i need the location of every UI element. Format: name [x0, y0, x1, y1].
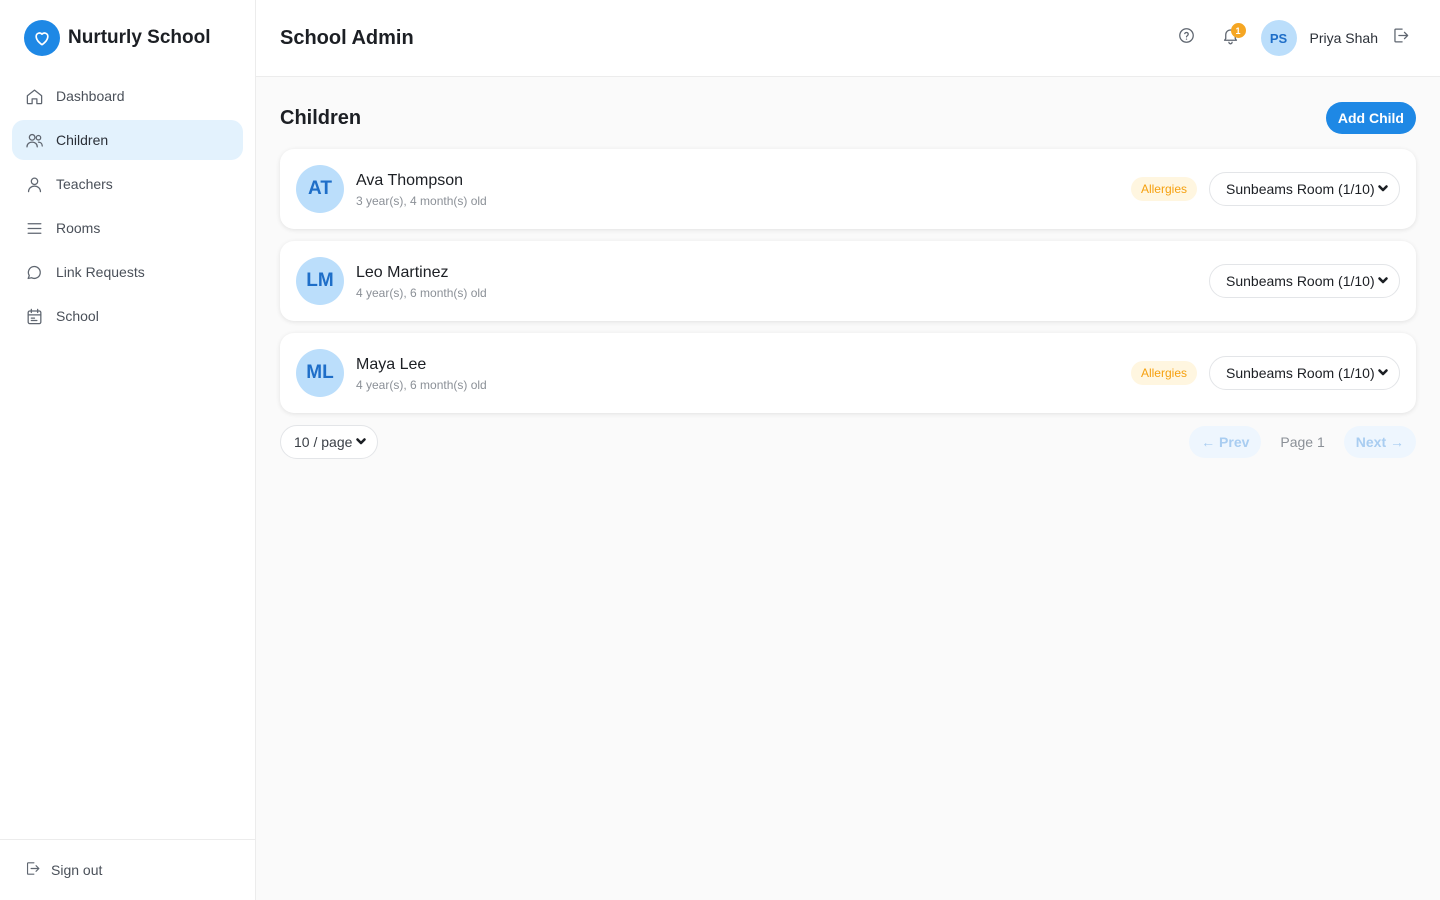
- child-name: Ava Thompson: [356, 171, 464, 189]
- pagination: 10 / page ← Prev Page 1 Next →: [280, 425, 1416, 459]
- page-title: School Admin: [280, 26, 414, 49]
- allergy-badge: Allergies: [1130, 361, 1197, 385]
- sidebar-item-label: School: [56, 308, 99, 324]
- sidebar-item-school[interactable]: School: [12, 296, 243, 336]
- notifications-button[interactable]: 1: [1215, 22, 1247, 54]
- children-section: Children Add Child AT Ava Thompson 3 yea…: [256, 77, 1440, 483]
- brand[interactable]: Nurturly School: [0, 0, 255, 76]
- home-icon: [24, 86, 44, 106]
- chevron-down-icon: [1377, 365, 1389, 381]
- chevron-down-icon: [1377, 181, 1389, 197]
- child-age: 4 year(s), 6 month(s) old: [356, 377, 487, 392]
- users-icon: [24, 130, 44, 150]
- help-button[interactable]: [1171, 22, 1203, 54]
- child-age: 3 year(s), 4 month(s) old: [356, 193, 487, 208]
- sign-out-button[interactable]: Sign out: [0, 839, 255, 900]
- topbar-actions: 1 PS Priya Shah: [1171, 20, 1416, 56]
- prev-page-button[interactable]: ← Prev: [1189, 426, 1262, 458]
- notification-badge: 1: [1230, 23, 1246, 38]
- child-card[interactable]: ML Maya Lee 4 year(s), 6 month(s) old Al…: [280, 333, 1416, 413]
- child-avatar: LM: [296, 257, 344, 305]
- logout-button[interactable]: [1384, 22, 1416, 54]
- room-select-value: Sunbeams Room (1/10): [1226, 273, 1375, 289]
- room-select-value: Sunbeams Room (1/10): [1226, 181, 1375, 197]
- room-select[interactable]: Sunbeams Room (1/10): [1209, 172, 1400, 206]
- pager-controls: ← Prev Page 1 Next →: [1189, 426, 1416, 458]
- avatar[interactable]: PS: [1260, 20, 1297, 56]
- page-size-value: 10 / page: [294, 434, 353, 450]
- sidebar-item-link-requests[interactable]: Link Requests: [12, 252, 243, 292]
- room-select[interactable]: Sunbeams Room (1/10): [1209, 356, 1400, 390]
- child-name: Maya Lee: [356, 355, 427, 373]
- child-avatar: AT: [296, 165, 344, 213]
- sidebar-item-label: Dashboard: [56, 88, 125, 104]
- child-card[interactable]: AT Ava Thompson 3 year(s), 4 month(s) ol…: [280, 149, 1416, 229]
- room-select[interactable]: Sunbeams Room (1/10): [1209, 264, 1400, 298]
- child-info: Ava Thompson 3 year(s), 4 month(s) old: [356, 171, 1131, 208]
- room-select-value: Sunbeams Room (1/10): [1226, 365, 1375, 381]
- allergy-badge: Allergies: [1130, 177, 1197, 201]
- sign-out-label: Sign out: [51, 862, 103, 878]
- sidebar-item-label: Rooms: [56, 220, 101, 236]
- menu-icon: [24, 218, 44, 238]
- chevron-down-icon: [355, 434, 367, 450]
- brand-name: Nurturly School: [68, 27, 211, 48]
- sidebar: Nurturly School Dashboard Children Teach…: [0, 0, 256, 900]
- sidebar-item-teachers[interactable]: Teachers: [12, 164, 243, 204]
- heart-icon: [24, 20, 60, 56]
- sidebar-nav: Dashboard Children Teachers Rooms Link R…: [0, 76, 255, 336]
- page-size-select[interactable]: 10 / page: [280, 425, 378, 459]
- add-child-button[interactable]: Add Child: [1325, 102, 1416, 134]
- chat-bubble-icon: [24, 262, 44, 282]
- logout-icon: [1391, 26, 1410, 50]
- section-header: Children Add Child: [280, 101, 1416, 135]
- section-title: Children: [280, 106, 362, 129]
- child-name: Leo Martinez: [356, 263, 449, 281]
- app-root: Nurturly School Dashboard Children Teach…: [0, 0, 1440, 900]
- next-page-button[interactable]: Next →: [1343, 426, 1416, 458]
- sidebar-item-label: Children: [56, 132, 109, 148]
- sidebar-item-rooms[interactable]: Rooms: [12, 208, 243, 248]
- sidebar-item-dashboard[interactable]: Dashboard: [12, 76, 243, 116]
- child-age: 4 year(s), 6 month(s) old: [356, 285, 487, 300]
- page-indicator: Page 1: [1280, 434, 1325, 450]
- sidebar-item-label: Link Requests: [56, 264, 145, 280]
- sidebar-item-children[interactable]: Children: [12, 120, 243, 160]
- child-card[interactable]: LM Leo Martinez 4 year(s), 6 month(s) ol…: [280, 241, 1416, 321]
- help-circle-icon: [1177, 26, 1196, 50]
- child-avatar: ML: [296, 349, 344, 397]
- user-icon: [24, 174, 44, 194]
- chevron-down-icon: [1377, 273, 1389, 289]
- main-area: School Admin 1 PS Priya Shah Children Ad…: [256, 0, 1440, 900]
- calendar-icon: [24, 306, 44, 326]
- topbar: School Admin 1 PS Priya Shah: [256, 0, 1440, 77]
- child-info: Leo Martinez 4 year(s), 6 month(s) old: [356, 263, 1209, 300]
- sign-out-icon: [24, 860, 51, 880]
- child-info: Maya Lee 4 year(s), 6 month(s) old: [356, 355, 1131, 392]
- user-name: Priya Shah: [1309, 30, 1378, 46]
- sidebar-item-label: Teachers: [56, 176, 113, 192]
